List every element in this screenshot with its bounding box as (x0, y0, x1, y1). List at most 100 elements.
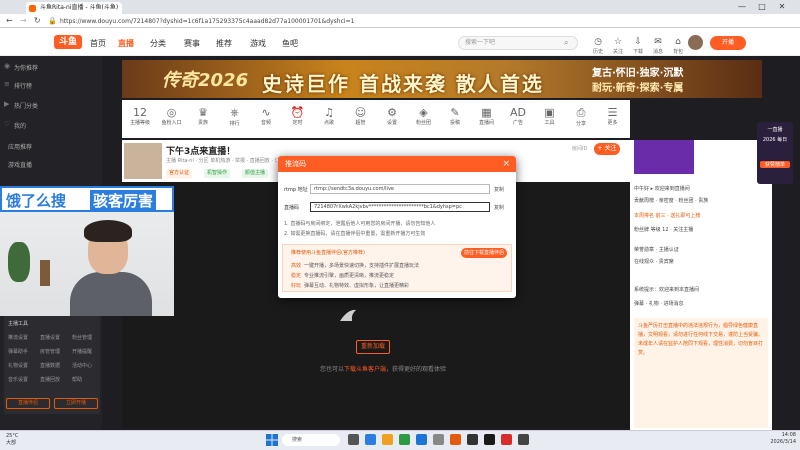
sidebar-item[interactable]: ≡ 排行榜 (4, 80, 100, 92)
close-window-button[interactable]: ✕ (776, 2, 788, 12)
reload-button[interactable]: 重新加载 (356, 340, 390, 354)
rank-card[interactable]: 一直播 2026 每日 获赞榜单 (757, 122, 793, 184)
tools-item[interactable]: 推流设置 (8, 334, 28, 341)
sidebar-section-item[interactable]: 游戏直播 (8, 160, 32, 169)
tools-item[interactable]: 直播设置 (40, 334, 60, 341)
settings-icon[interactable] (433, 434, 444, 445)
tools-item[interactable]: 帮助 (72, 376, 82, 383)
weather-widget[interactable]: 25°C 大部 (6, 433, 18, 446)
tools-item[interactable]: 音乐设置 (8, 376, 28, 383)
toolbar-item[interactable]: ✎ 投稿 (441, 106, 469, 126)
star-icon[interactable]: ☆ (610, 37, 626, 47)
webcam-caption-left: 饿了么搜 (6, 192, 67, 210)
toolbar-item[interactable]: ⏰ 定时 (284, 106, 312, 126)
modal-close-button[interactable]: × (502, 156, 510, 172)
start-live-button[interactable]: 开播 (710, 36, 746, 50)
toolbar-item-label: 分享 (575, 121, 586, 127)
app-icon[interactable] (501, 434, 512, 445)
forward-icon[interactable]: → (20, 16, 27, 25)
history-icon[interactable]: ◷ (590, 37, 606, 47)
edge-icon[interactable] (365, 434, 376, 445)
maximize-button[interactable]: □ (756, 2, 768, 12)
toolbar-item[interactable]: 12 主播等级 (126, 106, 154, 126)
toolbar-item[interactable]: ◎ 鱼粉入口 (158, 106, 186, 126)
go-live-button[interactable]: 立即开播 (54, 398, 98, 409)
nav-2[interactable]: 分类 (150, 38, 166, 49)
taskbar-search[interactable]: 搜索 (282, 434, 340, 446)
stream-tag[interactable]: 官方认证 (166, 169, 193, 178)
tools-item[interactable]: 直播回放 (40, 376, 60, 383)
sidebar-item[interactable]: ♡ 我的 (4, 120, 100, 132)
obs-icon[interactable] (467, 434, 478, 445)
tools-item[interactable]: 房管管理 (40, 348, 60, 355)
store-icon[interactable] (399, 434, 410, 445)
toolbar-item[interactable]: ▣ 工具 (536, 106, 564, 126)
toolbar-item-label: 工具 (544, 120, 555, 126)
minimize-button[interactable]: — (736, 2, 748, 12)
nav-5[interactable]: 游戏 (250, 38, 266, 49)
url-field[interactable]: https://www.douyu.com/7214807?dyshid=1c6… (60, 17, 620, 26)
windows-start-icon[interactable] (266, 434, 278, 446)
video-message: 您也可以下载斗鱼客户端，获得更好的观看体验 (320, 364, 446, 373)
stream-tag[interactable]: 颜值主播 (242, 169, 269, 178)
toolbar-item[interactable]: ☰ 更多 (599, 106, 627, 126)
person-hair (84, 220, 132, 242)
stream-key-field[interactable]: 7214807rXwkA2kjvbv**********************… (310, 202, 490, 212)
download-client-link[interactable]: 下载斗鱼客户端 (344, 366, 386, 373)
bag-icon[interactable]: ⌂ (670, 37, 686, 47)
sidebar-item[interactable]: ◉ 为你推荐 (4, 62, 100, 74)
download-icon[interactable]: ⇩ (630, 37, 646, 47)
nav-6[interactable]: 鱼吧 (282, 38, 298, 49)
toolbar-item-icon: ⎈ (230, 106, 239, 119)
message-icon[interactable]: ✉ (650, 37, 666, 47)
tools-item[interactable]: 直播数据 (40, 362, 60, 369)
steam-icon[interactable] (484, 434, 495, 445)
system-clock[interactable]: 14:08 2026/3/14 (760, 432, 796, 446)
toolbar-item[interactable]: ⎈ 排行 (221, 106, 249, 127)
search-input[interactable]: 搜索一下吧 (458, 36, 578, 50)
nav-3[interactable]: 赛事 (184, 38, 200, 49)
copy-server-button[interactable]: 复制 (494, 186, 504, 193)
ad-banner[interactable]: 传奇2026 史诗巨作 首战来袭 散人首选 复古·怀旧·独家·沉默 耐玩·新奇·… (122, 60, 762, 98)
tools-item[interactable]: 活动中心 (72, 362, 92, 369)
toolbar-item[interactable]: ☺ 超管 (347, 106, 375, 126)
toolbar-item[interactable]: ⎙ 分享 (567, 106, 595, 127)
rank-promo-image[interactable] (634, 140, 694, 174)
douyu-icon[interactable] (450, 434, 461, 445)
tools-item[interactable]: 礼物设置 (8, 362, 28, 369)
site-logo[interactable]: 斗鱼 (54, 35, 82, 49)
toolbar-item[interactable]: ▦ 直播间 (473, 106, 501, 126)
search-icon[interactable]: ⌕ (564, 38, 568, 48)
streaming-companion-button[interactable]: 直播伴侣 (6, 398, 50, 409)
nav-0[interactable]: 首页 (90, 38, 106, 49)
nav-1[interactable]: 直播 (118, 38, 134, 49)
tools-item[interactable]: 弹幕助手 (8, 348, 28, 355)
follow-button[interactable]: + 关注 (594, 143, 620, 155)
mail-icon[interactable] (416, 434, 427, 445)
stream-tag[interactable]: 机智操作 (204, 169, 231, 178)
toolbar-item[interactable]: ♛ 贵族 (189, 106, 217, 126)
task-view-icon[interactable] (348, 434, 359, 445)
nav-4[interactable]: 推荐 (216, 38, 232, 49)
server-address-field[interactable]: rtmp://sendtc3a.douyu.com/live (310, 184, 490, 194)
sidebar-section-item[interactable]: 应用推荐 (8, 142, 32, 151)
terminal-icon[interactable] (518, 434, 529, 445)
download-companion-button[interactable]: 前往下载直播伴侣 (461, 248, 507, 258)
avatar[interactable] (688, 35, 703, 50)
toolbar-item[interactable]: AD 广告 (504, 106, 532, 126)
toolbar-item[interactable]: ◈ 粉丝团 (410, 106, 438, 126)
webcam-caption-right: 骇客厉害 (90, 190, 157, 211)
toolbar-item[interactable]: ∿ 音频 (252, 106, 280, 126)
message-label: 消息 (652, 49, 663, 55)
tools-item[interactable]: 粉丝管理 (72, 334, 92, 341)
copy-key-button[interactable]: 复制 (494, 204, 504, 211)
toolbar-item[interactable]: ♫ 点歌 (315, 106, 343, 126)
browser-tab[interactable]: 斗鱼Rita-ni直播 - 斗鱼(斗鱼) (26, 2, 122, 14)
refresh-icon[interactable]: ↻ (34, 16, 41, 25)
sidebar-item[interactable]: ▶ 热门分类 (4, 100, 100, 112)
toolbar-item[interactable]: ⚙ 设置 (378, 106, 406, 126)
tools-item[interactable]: 开播提醒 (72, 348, 92, 355)
back-icon[interactable]: ← (6, 16, 13, 25)
streamer-avatar[interactable] (124, 143, 162, 179)
folder-icon[interactable] (382, 434, 393, 445)
